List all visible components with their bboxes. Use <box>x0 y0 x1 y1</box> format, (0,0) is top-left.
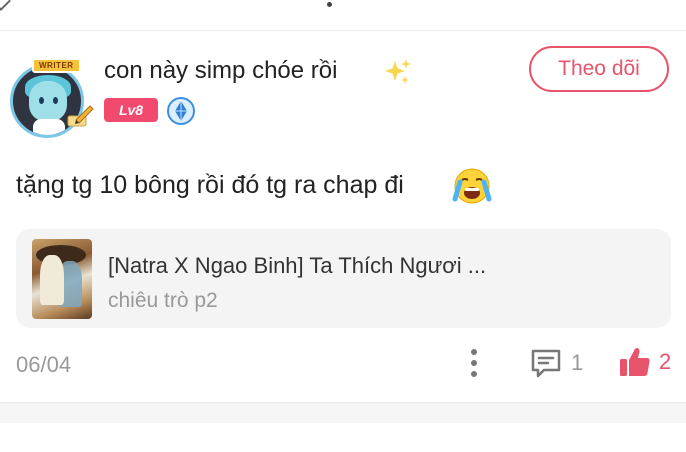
story-chapter[interactable]: chiêu trò p2 <box>108 289 218 313</box>
level-badge: Lv8 <box>104 98 158 122</box>
previous-item-edge <box>0 0 686 31</box>
comment-text: tặng tg 10 bông rồi đó tg ra chap đi <box>16 171 404 199</box>
sparkle-icon <box>385 59 411 84</box>
story-card[interactable]: [Natra X Ngao Binh] Ta Thích Ngươi ... c… <box>16 229 671 328</box>
more-vertical-icon <box>471 349 477 355</box>
dot-icon <box>327 2 332 7</box>
more-options-button[interactable] <box>462 346 486 380</box>
chevron-icon <box>0 0 11 11</box>
like-button[interactable]: 2 <box>618 344 678 380</box>
comment-date: 06/04 <box>16 352 72 377</box>
writer-badge: WRITER <box>32 58 81 73</box>
follow-button[interactable]: Theo dõi <box>529 46 669 92</box>
username[interactable]: con này simp chóe rồi <box>104 57 337 85</box>
reply-button[interactable]: 1 <box>530 346 590 380</box>
section-divider <box>0 402 686 423</box>
pen-icon <box>67 105 94 127</box>
story-title[interactable]: [Natra X Ngao Binh] Ta Thích Ngươi ... <box>108 253 486 279</box>
thumbs-up-icon <box>620 348 650 376</box>
avatar[interactable]: WRITER <box>10 58 94 138</box>
comment-icon <box>531 349 561 378</box>
like-count: 2 <box>659 349 672 374</box>
reply-count: 1 <box>571 350 584 375</box>
crying-face-icon <box>452 168 492 204</box>
story-cover-image[interactable] <box>32 239 92 319</box>
rank-diamond-icon <box>167 97 195 125</box>
